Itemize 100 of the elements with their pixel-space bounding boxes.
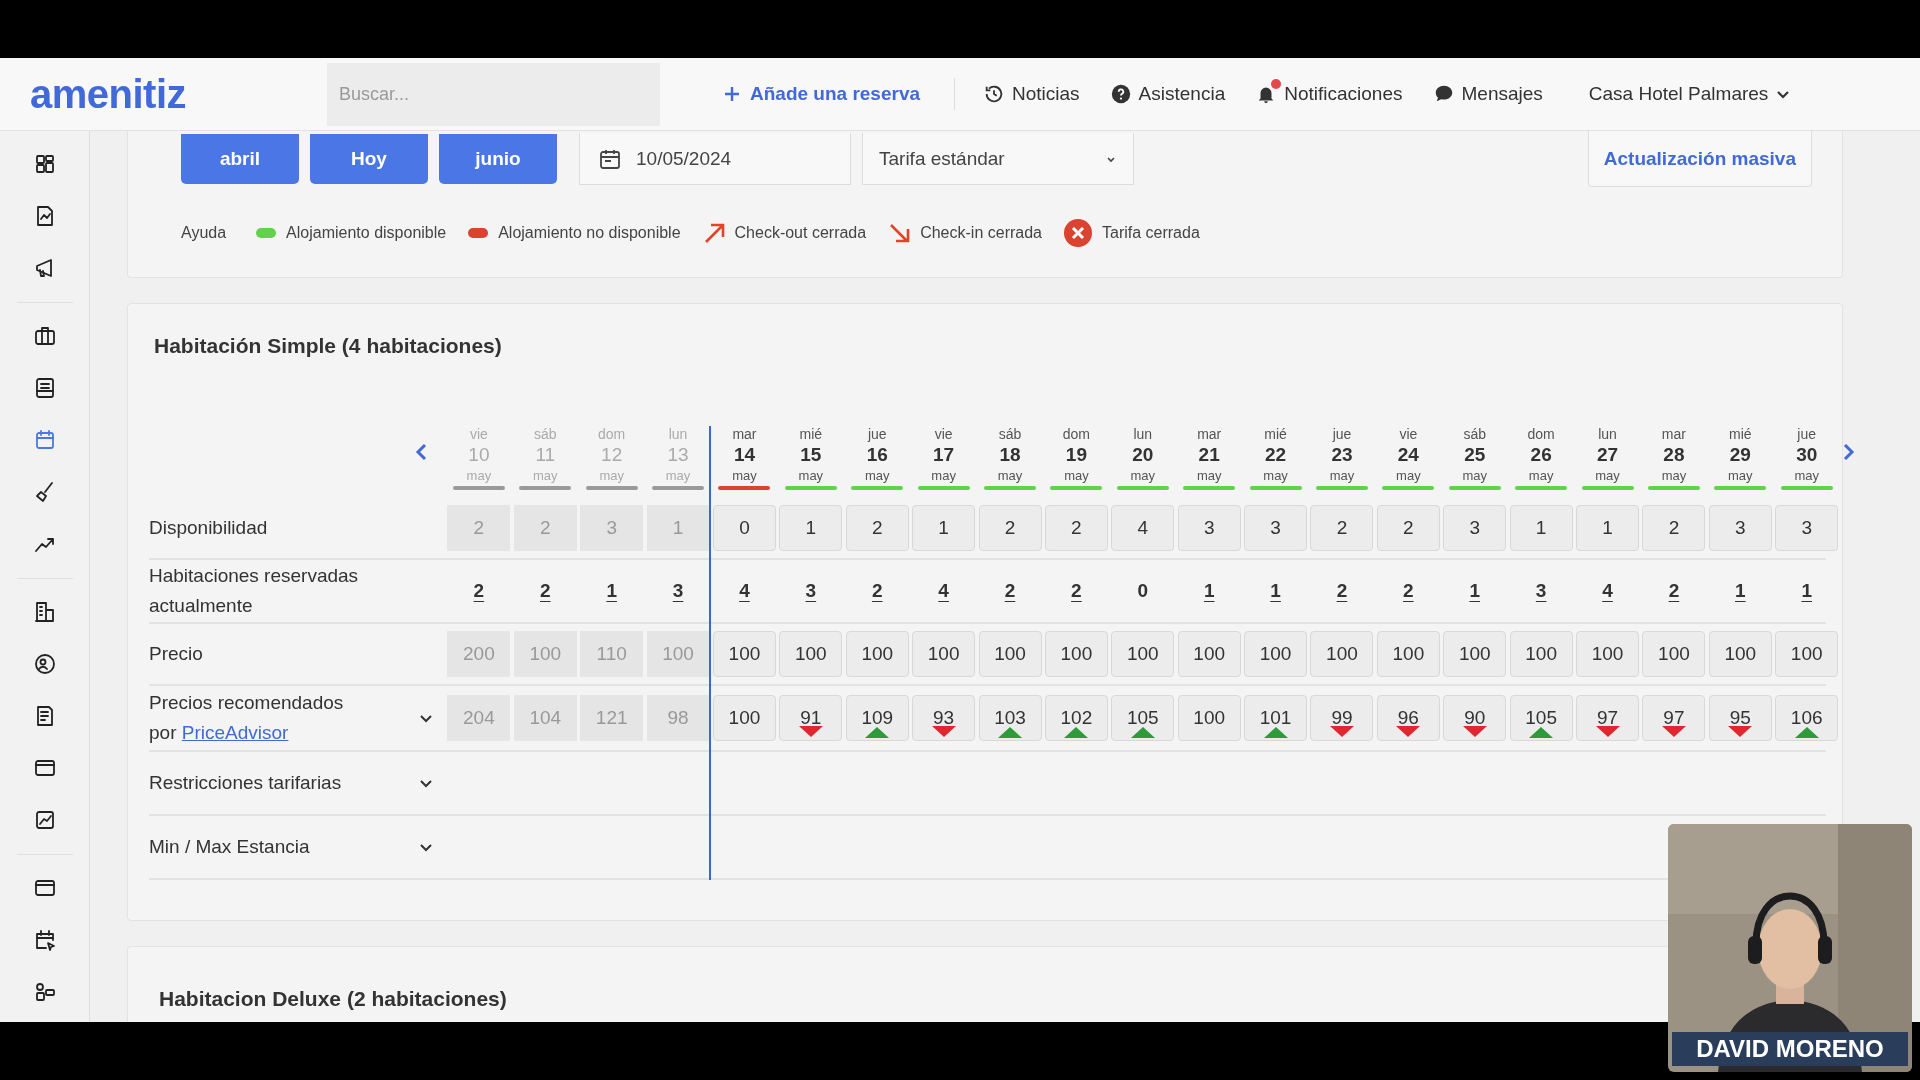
price-cell[interactable]: 100	[1775, 631, 1839, 677]
price-cell[interactable]: 100	[712, 631, 776, 677]
availability-cell[interactable]: 3	[1244, 505, 1308, 551]
weekday-label: lun	[1133, 426, 1153, 442]
availability-cell: 1	[646, 505, 710, 551]
price-cell[interactable]: 100	[912, 631, 976, 677]
booked-count-link[interactable]: 3	[646, 580, 710, 602]
price-cell[interactable]: 100	[1708, 631, 1772, 677]
booked-count-link[interactable]: 2	[447, 580, 511, 602]
availability-cell[interactable]: 1	[1509, 505, 1573, 551]
row-label: Min / Max Estancia	[149, 835, 311, 859]
bulk-update-button[interactable]: Actualización masiva	[1587, 131, 1812, 187]
news-link[interactable]: Noticias	[983, 79, 1080, 109]
availability-cell[interactable]: 3	[1177, 505, 1241, 551]
month-nav-button[interactable]: junio	[439, 134, 557, 184]
price-cell[interactable]: 100	[1111, 631, 1175, 677]
add-booking-button[interactable]: Añade una reserva	[720, 79, 925, 109]
booked-count-link[interactable]: 2	[978, 580, 1042, 602]
availability-cell[interactable]: 2	[1044, 505, 1108, 551]
price-cell[interactable]: 100	[1509, 631, 1573, 677]
availability-cell[interactable]: 2	[845, 505, 909, 551]
price-cell[interactable]: 100	[1642, 631, 1706, 677]
day-number: 28	[1663, 444, 1685, 466]
weekday-label: dom	[1062, 426, 1090, 442]
price-cell[interactable]: 100	[1376, 631, 1440, 677]
booked-count-link[interactable]: 3	[1509, 580, 1573, 602]
price-cell[interactable]: 100	[1576, 631, 1640, 677]
booked-count-link[interactable]: 1	[580, 580, 644, 602]
weekday-label: dom	[1527, 426, 1555, 442]
recommended-price-cell: 96	[1376, 695, 1440, 741]
recommended-price-cell: 104	[513, 695, 577, 741]
booked-count-link[interactable]: 2	[1044, 580, 1108, 602]
date-field[interactable]: 10/05/2024	[579, 133, 851, 185]
search-field[interactable]: Buscar...	[327, 62, 660, 126]
weekday-label: mar	[732, 426, 757, 442]
booked-count-link[interactable]: 2	[845, 580, 909, 602]
recommended-price-cell: 105	[1509, 695, 1573, 741]
availability-cell[interactable]: 3	[1708, 505, 1772, 551]
day-number: 11	[535, 444, 556, 466]
booked-count-link[interactable]: 1	[1443, 580, 1507, 602]
booked-count-link[interactable]: 1	[1244, 580, 1308, 602]
availability-cell[interactable]: 3	[1443, 505, 1507, 551]
availability-cell[interactable]: 0	[712, 505, 776, 551]
day-number: 12	[601, 444, 623, 466]
recommended-price-cell: 204	[447, 695, 511, 741]
weekday-label: mié	[1729, 426, 1752, 442]
day-number: 19	[1065, 444, 1087, 466]
day-number: 10	[468, 444, 490, 466]
price-cell[interactable]: 100	[1244, 631, 1308, 677]
availability-cell[interactable]: 2	[978, 505, 1042, 551]
booked-count-link[interactable]: 4	[912, 580, 976, 602]
availability-cell[interactable]: 1	[912, 505, 976, 551]
availability-cell[interactable]: 1	[779, 505, 843, 551]
booked-count-link[interactable]: 1	[1177, 580, 1241, 602]
booked-count-link[interactable]: 4	[1576, 580, 1640, 602]
price-cell[interactable]: 100	[978, 631, 1042, 677]
logo[interactable]: amenitiz	[30, 71, 230, 117]
booked-count-link[interactable]: 1	[1775, 580, 1839, 602]
booked-count-link[interactable]: 2	[1376, 580, 1440, 602]
booked-count-link[interactable]: 2	[513, 580, 577, 602]
price-cell[interactable]: 100	[845, 631, 909, 677]
weekday-label: vie	[934, 426, 953, 442]
availability-cell[interactable]: 2	[1376, 505, 1440, 551]
rate-dropdown[interactable]: Tarifa estándar	[862, 133, 1134, 185]
help-link[interactable]: Asistencia	[1109, 79, 1226, 109]
availability-cell[interactable]: 1	[1576, 505, 1640, 551]
price-cell[interactable]: 100	[1443, 631, 1507, 677]
day-number: 24	[1397, 444, 1419, 466]
booked-count-link[interactable]: 2	[1642, 580, 1706, 602]
availability-cell[interactable]: 2	[1642, 505, 1706, 551]
row-label: Restricciones tarifarias	[149, 771, 343, 795]
recommended-price-cell: 100	[1177, 695, 1241, 741]
month-nav-button[interactable]: Hoy	[310, 134, 428, 184]
availability-cell[interactable]: 4	[1111, 505, 1175, 551]
weekday-label: mar	[1197, 426, 1222, 442]
day-number: 22	[1265, 444, 1287, 466]
month-label: may	[1661, 468, 1687, 483]
day-number: 18	[999, 444, 1021, 466]
notifications-link[interactable]: Notificaciones	[1255, 79, 1403, 109]
row-label: Precio	[149, 642, 204, 666]
priceadvisor-link[interactable]: PriceAdvisor	[181, 722, 289, 743]
property-dropdown[interactable]: Casa Hotel Palmares	[1582, 82, 1797, 106]
legend-label: Check-in cerrada	[920, 224, 1042, 242]
booked-count-link[interactable]: 4	[712, 580, 776, 602]
recommended-price-cell: 102	[1044, 695, 1108, 741]
availability-cell[interactable]: 2	[1310, 505, 1374, 551]
month-label: may	[798, 468, 824, 483]
price-cell[interactable]: 100	[1177, 631, 1241, 677]
booked-count-link[interactable]: 3	[779, 580, 843, 602]
day-number: 27	[1596, 444, 1619, 466]
price-cell[interactable]: 100	[779, 631, 843, 677]
booked-count-link[interactable]: 1	[1708, 580, 1772, 602]
month-nav-button[interactable]: abril	[181, 134, 299, 184]
booked-count-link[interactable]: 2	[1310, 580, 1374, 602]
availability-cell[interactable]: 3	[1775, 505, 1839, 551]
messages-link[interactable]: Mensajes	[1432, 79, 1543, 109]
price-cell[interactable]: 100	[1310, 631, 1374, 677]
price-cell[interactable]: 100	[1044, 631, 1108, 677]
help-icon	[1109, 83, 1132, 105]
day-number: 29	[1729, 444, 1751, 466]
